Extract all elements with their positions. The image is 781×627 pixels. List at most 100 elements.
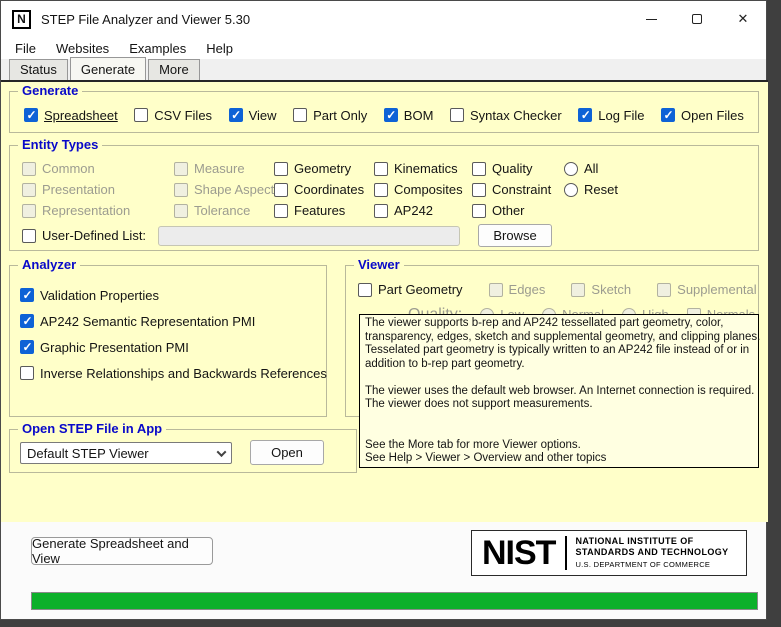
checkbox-label: BOM [404, 108, 434, 123]
checkbox-open-files[interactable]: Open Files [661, 108, 744, 123]
tooltip-line: The viewer does not support measurements… [365, 398, 753, 412]
tab-status[interactable]: Status [9, 59, 68, 80]
checkbox-spreadsheet[interactable]: Spreadsheet [24, 108, 118, 123]
checkbox-representation[interactable]: Representation [22, 203, 130, 218]
step-viewer-combobox[interactable]: Default STEP Viewer [20, 442, 232, 464]
checkbox-coordinates[interactable]: Coordinates [274, 182, 364, 197]
checkbox-label: Part Only [313, 108, 367, 123]
checkbox-label: Inverse Relationships and Backwards Refe… [40, 366, 327, 381]
checkbox-supplemental[interactable]: Supplemental [657, 282, 757, 297]
title-bar[interactable]: N STEP File Analyzer and Viewer 5.30 [1, 1, 766, 37]
nist-line3: U.S. DEPARTMENT OF COMMERCE [575, 560, 728, 570]
chevron-down-icon[interactable] [211, 443, 231, 463]
generate-group-title: Generate [18, 84, 82, 98]
checkbox-csv-files[interactable]: CSV Files [134, 108, 212, 123]
open-button[interactable]: Open [250, 440, 324, 465]
nist-line1: NATIONAL INSTITUTE OF [575, 536, 728, 547]
checkbox-bom[interactable]: BOM [384, 108, 434, 123]
checkbox-label: Supplemental [677, 282, 757, 297]
minimize-icon [646, 19, 657, 20]
minimize-button[interactable] [628, 1, 674, 37]
checkbox-part-only[interactable]: Part Only [293, 108, 367, 123]
checkbox-features[interactable]: Features [274, 203, 345, 218]
nist-logo-divider [565, 536, 567, 570]
tooltip-line [365, 412, 753, 426]
radio-icon [564, 183, 578, 197]
tooltip-line: addition to b-rep part geometry. [365, 358, 753, 372]
checkbox-graphic-presentation-pmi[interactable]: Graphic Presentation PMI [20, 334, 326, 360]
app-window: N STEP File Analyzer and Viewer 5.30 Fil… [0, 0, 767, 620]
checkbox-label: User-Defined List: [42, 228, 146, 243]
menu-file[interactable]: File [5, 39, 46, 58]
checkbox-syntax-checker[interactable]: Syntax Checker [450, 108, 562, 123]
tooltip-line: transparency, edges, sketch and suppleme… [365, 331, 753, 345]
checkbox-unchecked-icon [374, 204, 388, 218]
viewer-tooltip: The viewer supports b-rep and AP242 tess… [359, 314, 759, 468]
analyzer-options: Validation Properties AP242 Semantic Rep… [10, 266, 326, 386]
checkbox-disabled-icon [657, 283, 671, 297]
checkbox-disabled-icon [174, 204, 188, 218]
tab-more[interactable]: More [148, 59, 200, 80]
tooltip-line [365, 371, 753, 385]
generate-spreadsheet-and-view-button[interactable]: Generate Spreadsheet and View [31, 537, 213, 565]
checkbox-validation-properties[interactable]: Validation Properties [20, 282, 326, 308]
checkbox-geometry[interactable]: Geometry [274, 161, 351, 176]
checkbox-unchecked-icon [134, 108, 148, 122]
checkbox-composites[interactable]: Composites [374, 182, 463, 197]
radio-reset[interactable]: Reset [564, 182, 618, 197]
menu-websites[interactable]: Websites [46, 39, 119, 58]
nist-wordmark: NIST [482, 536, 555, 570]
close-button[interactable] [720, 1, 766, 37]
checkbox-presentation[interactable]: Presentation [22, 182, 115, 197]
checkbox-kinematics[interactable]: Kinematics [374, 161, 458, 176]
checkbox-sketch[interactable]: Sketch [571, 282, 631, 297]
checkbox-unchecked-icon [450, 108, 464, 122]
checkbox-constraint[interactable]: Constraint [472, 182, 551, 197]
checkbox-label: Tolerance [194, 203, 250, 218]
tooltip-line: The viewer supports b-rep and AP242 tess… [365, 317, 753, 331]
checkbox-label: Sketch [591, 282, 631, 297]
tooltip-line: Tesselated part geometry is typically wr… [365, 344, 753, 358]
checkbox-label: Features [294, 203, 345, 218]
checkbox-quality[interactable]: Quality [472, 161, 532, 176]
checkbox-inverse-relationships[interactable]: Inverse Relationships and Backwards Refe… [20, 360, 326, 386]
checkbox-common[interactable]: Common [22, 161, 95, 176]
tab-generate[interactable]: Generate [70, 57, 146, 80]
checkbox-label: Presentation [42, 182, 115, 197]
checkbox-view[interactable]: View [229, 108, 277, 123]
checkbox-ap242[interactable]: AP242 [374, 203, 433, 218]
checkbox-label: Other [492, 203, 525, 218]
generate-options-row: Spreadsheet CSV Files View Part Only BOM… [10, 92, 758, 132]
checkbox-user-defined-list[interactable]: User-Defined List: [22, 228, 146, 243]
viewer-group-title: Viewer [354, 258, 404, 272]
menu-help[interactable]: Help [196, 39, 243, 58]
desktop: N STEP File Analyzer and Viewer 5.30 Fil… [0, 0, 781, 627]
checkbox-log-file[interactable]: Log File [578, 108, 644, 123]
tooltip-line: The viewer uses the default web browser.… [365, 385, 753, 399]
entity-types-groupbox: Entity Types Common Measure Geometry Kin… [9, 145, 759, 251]
entity-types-group-title: Entity Types [18, 138, 102, 152]
checkbox-shape-aspect[interactable]: Shape Aspect [174, 182, 274, 197]
tooltip-line: See Help > Viewer > Overview and other t… [365, 452, 753, 466]
maximize-button[interactable] [674, 1, 720, 37]
checkbox-label: Graphic Presentation PMI [40, 340, 189, 355]
checkbox-edges[interactable]: Edges [489, 282, 546, 297]
checkbox-disabled-icon [489, 283, 503, 297]
checkbox-part-geometry[interactable]: Part Geometry [358, 282, 463, 297]
checkbox-ap242-semantic-pmi[interactable]: AP242 Semantic Representation PMI [20, 308, 326, 334]
menu-examples[interactable]: Examples [119, 39, 196, 58]
checkbox-checked-icon [384, 108, 398, 122]
chevron-glyph [216, 447, 226, 457]
checkbox-unchecked-icon [22, 229, 36, 243]
user-defined-list-input[interactable] [158, 226, 460, 246]
radio-all[interactable]: All [564, 161, 598, 176]
checkbox-tolerance[interactable]: Tolerance [174, 203, 250, 218]
checkbox-other[interactable]: Other [472, 203, 525, 218]
checkbox-unchecked-icon [293, 108, 307, 122]
browse-button[interactable]: Browse [478, 224, 552, 247]
analyzer-group-title: Analyzer [18, 258, 80, 272]
checkbox-label: Composites [394, 182, 463, 197]
app-icon: N [12, 10, 31, 29]
progress-bar [31, 592, 758, 610]
checkbox-measure[interactable]: Measure [174, 161, 245, 176]
